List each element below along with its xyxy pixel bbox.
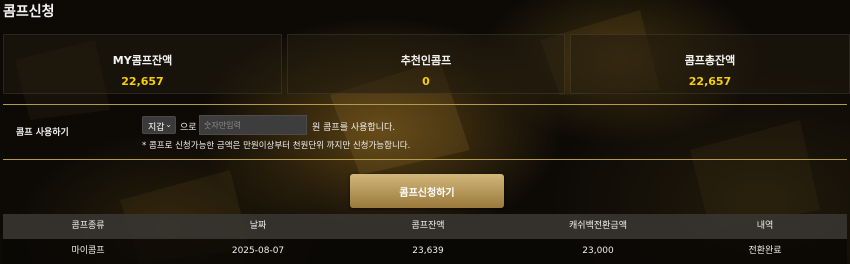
total-comp-balance-label: 콤프총잔액	[684, 54, 736, 67]
comp-balance-summary: MY콤프잔액 22,657 추천인콤프 0 콤프총잔액 22,657	[3, 34, 850, 94]
cell-history: 전환완료	[748, 246, 782, 256]
divider-top	[3, 104, 847, 105]
header-history: 내역	[756, 221, 774, 231]
referral-comp-label: 추천인콤프	[400, 54, 452, 67]
header-cashback-amount: 캐쉬백전환금액	[569, 221, 627, 231]
divider-bottom	[3, 159, 847, 160]
comp-history-table: 콤프종류 날짜 콤프잔액 캐쉬백전환금액 내역 마이콤프 2025-08-07 …	[3, 214, 847, 264]
cell-cashback-amount: 23,000	[582, 246, 614, 256]
my-comp-balance-label: MY콤프잔액	[112, 54, 173, 67]
total-comp-balance-card: 콤프총잔액 22,657	[570, 34, 850, 94]
table-row: 마이콤프 2025-08-07 23,639 23,000 전환완료	[3, 239, 847, 264]
particle-text: 으로	[180, 123, 197, 133]
my-comp-balance-value: 22,657	[121, 75, 164, 88]
header-comp-balance: 콤프잔액	[411, 221, 445, 231]
apply-comp-button[interactable]: 콤프신청하기	[350, 174, 504, 208]
my-comp-balance-card: MY콤프잔액 22,657	[3, 34, 282, 94]
won-suffix-text: 원 콤프를 사용합니다.	[312, 123, 396, 133]
cell-date: 2025-08-07	[231, 246, 285, 256]
chevron-down-icon: ⌄	[165, 120, 172, 129]
destination-select[interactable]: 지갑 ⌄	[142, 116, 176, 134]
cell-comp-type: 마이콤프	[71, 246, 105, 256]
comp-usage-note: * 콤프로 신청가능한 금액은 만원이상부터 천원단위 까지만 신청가능합니다.	[142, 141, 411, 151]
table-header: 콤프종류 날짜 콤프잔액 캐쉬백전환금액 내역	[3, 214, 847, 239]
total-comp-balance-value: 22,657	[688, 75, 732, 88]
header-date: 날짜	[249, 221, 267, 231]
cell-comp-balance: 23,639	[412, 246, 444, 256]
amount-input[interactable]	[199, 115, 307, 135]
header-comp-type: 콤프종류	[71, 221, 105, 231]
use-comp-label: 콤프 사용하기	[16, 128, 69, 138]
referral-comp-value: 0	[422, 75, 430, 88]
destination-select-value: 지갑	[148, 123, 165, 133]
page-title: 콤프신청	[3, 4, 55, 20]
referral-comp-card: 추천인콤프 0	[287, 34, 565, 94]
